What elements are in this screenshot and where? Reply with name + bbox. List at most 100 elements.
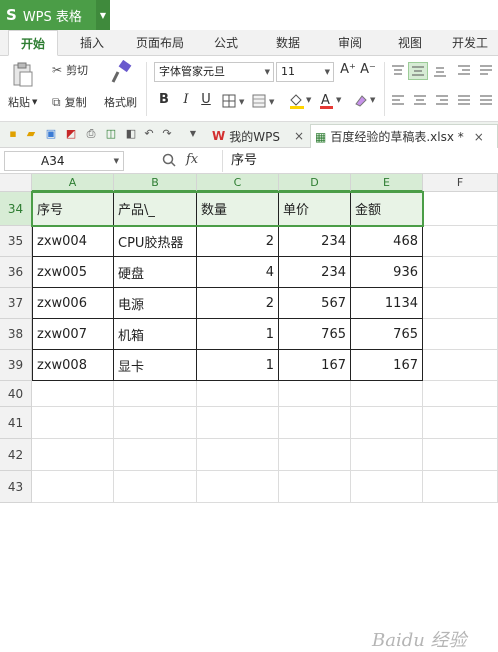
new-icon[interactable]: ▪ [6, 127, 20, 141]
underline-button[interactable]: U [198, 92, 214, 107]
table-cell[interactable]: CPU胶热器 [114, 226, 197, 257]
table-cell[interactable]: 234 [279, 257, 351, 288]
bold-button[interactable]: B [156, 92, 172, 107]
table-cell[interactable]: 765 [351, 319, 423, 350]
customize-dropdown-icon[interactable]: ▼ [186, 127, 200, 141]
select-all-corner[interactable] [0, 174, 32, 192]
export-pdf-icon[interactable]: ◩ [64, 127, 78, 141]
table-cell[interactable] [423, 192, 498, 226]
table-cell[interactable]: 468 [351, 226, 423, 257]
format-painter-icon[interactable] [108, 59, 134, 86]
table-cell[interactable] [423, 288, 498, 319]
table-cell[interactable]: 936 [351, 257, 423, 288]
table-cell[interactable] [279, 381, 351, 407]
table-cell[interactable] [32, 381, 114, 407]
table-cell[interactable] [423, 350, 498, 381]
align-bottom-icon[interactable] [432, 64, 448, 81]
table-cell[interactable] [351, 439, 423, 471]
table-cell[interactable] [197, 471, 279, 503]
row-header[interactable]: 43 [0, 471, 32, 503]
table-cell[interactable] [423, 257, 498, 288]
font-color-icon[interactable]: A ▼ [318, 92, 346, 113]
format-painter-button[interactable]: 格式刷 [104, 94, 137, 110]
table-cell[interactable]: 机箱 [114, 319, 197, 350]
wrap-text-icon[interactable] [478, 64, 494, 81]
column-header-b[interactable]: B [114, 174, 197, 192]
table-cell[interactable] [114, 471, 197, 503]
row-header[interactable]: 37 [0, 288, 32, 319]
open-folder-icon[interactable]: ▰ [24, 127, 38, 141]
table-cell[interactable] [114, 407, 197, 439]
cell-style-icon[interactable]: ▼ [252, 94, 282, 111]
distributed-icon[interactable] [478, 94, 494, 111]
spellcheck-icon[interactable]: ◧ [124, 127, 138, 141]
formula-input[interactable]: 序号 [222, 150, 494, 172]
table-cell[interactable] [32, 439, 114, 471]
table-header-cell[interactable]: 数量 [197, 192, 279, 226]
table-cell[interactable] [279, 407, 351, 439]
table-cell[interactable]: zxw008 [32, 350, 114, 381]
table-cell[interactable]: zxw005 [32, 257, 114, 288]
table-cell[interactable] [279, 439, 351, 471]
table-cell[interactable] [197, 439, 279, 471]
table-cell[interactable] [32, 407, 114, 439]
row-header[interactable]: 40 [0, 381, 32, 407]
row-header[interactable]: 36 [0, 257, 32, 288]
print-icon[interactable]: ⎙ [84, 127, 98, 141]
table-cell[interactable] [351, 471, 423, 503]
column-header-e[interactable]: E [351, 174, 423, 192]
column-header-f[interactable]: F [423, 174, 498, 192]
app-dropdown-icon[interactable]: ▼ [96, 0, 110, 30]
row-header[interactable]: 34 [0, 192, 32, 226]
column-header-c[interactable]: C [197, 174, 279, 192]
row-header[interactable]: 39 [0, 350, 32, 381]
align-top-icon[interactable] [390, 64, 406, 81]
table-cell[interactable]: 电源 [114, 288, 197, 319]
close-icon[interactable]: × [474, 130, 484, 144]
tab-page-layout[interactable]: 页面布局 [136, 30, 184, 56]
align-right-icon[interactable] [434, 94, 450, 111]
function-icon[interactable]: fx [186, 152, 198, 167]
table-cell[interactable]: 765 [279, 319, 351, 350]
table-cell[interactable] [423, 319, 498, 350]
table-cell[interactable] [423, 381, 498, 407]
table-header-cell[interactable]: 产品\_ [114, 192, 197, 226]
table-cell[interactable]: 1 [197, 350, 279, 381]
tab-developer[interactable]: 开发工具 [452, 30, 498, 76]
redo-icon[interactable]: ↷ [160, 127, 174, 141]
row-header[interactable]: 41 [0, 407, 32, 439]
table-cell[interactable]: zxw006 [32, 288, 114, 319]
table-header-cell[interactable]: 单价 [279, 192, 351, 226]
table-cell[interactable]: 167 [279, 350, 351, 381]
row-header[interactable]: 38 [0, 319, 32, 350]
row-header[interactable]: 35 [0, 226, 32, 257]
app-menu-button[interactable]: S WPS 表格 [0, 0, 96, 30]
tab-formulas[interactable]: 公式 [214, 30, 238, 56]
font-name-select[interactable]: 字体管家元旦 ▼ [154, 62, 274, 82]
table-cell[interactable]: zxw007 [32, 319, 114, 350]
zoom-search-icon[interactable] [162, 153, 176, 170]
table-cell[interactable] [423, 407, 498, 439]
tab-view[interactable]: 视图 [398, 30, 422, 56]
name-box[interactable]: A34 ▼ [4, 151, 124, 171]
table-cell[interactable] [32, 471, 114, 503]
border-icon[interactable]: ▼ [222, 94, 252, 111]
column-header-d[interactable]: D [279, 174, 351, 192]
table-cell[interactable] [351, 381, 423, 407]
column-header-a[interactable]: A [32, 174, 114, 192]
table-cell[interactable] [423, 226, 498, 257]
table-cell[interactable]: 2 [197, 226, 279, 257]
align-left-icon[interactable] [390, 94, 406, 111]
tab-review[interactable]: 审阅 [338, 30, 362, 56]
table-cell[interactable]: 4 [197, 257, 279, 288]
table-cell[interactable] [197, 381, 279, 407]
indent-icon[interactable] [456, 64, 472, 81]
close-icon[interactable]: × [294, 129, 304, 143]
font-shrink-button[interactable]: A⁻ [360, 62, 376, 77]
paste-icon[interactable] [10, 62, 36, 88]
table-cell[interactable] [423, 439, 498, 471]
align-middle-icon[interactable] [408, 62, 428, 80]
row-header[interactable]: 42 [0, 439, 32, 471]
print-preview-icon[interactable]: ◫ [104, 127, 118, 141]
tab-document[interactable]: ▦ 百度经验的草稿表.xlsx * × [310, 124, 498, 148]
